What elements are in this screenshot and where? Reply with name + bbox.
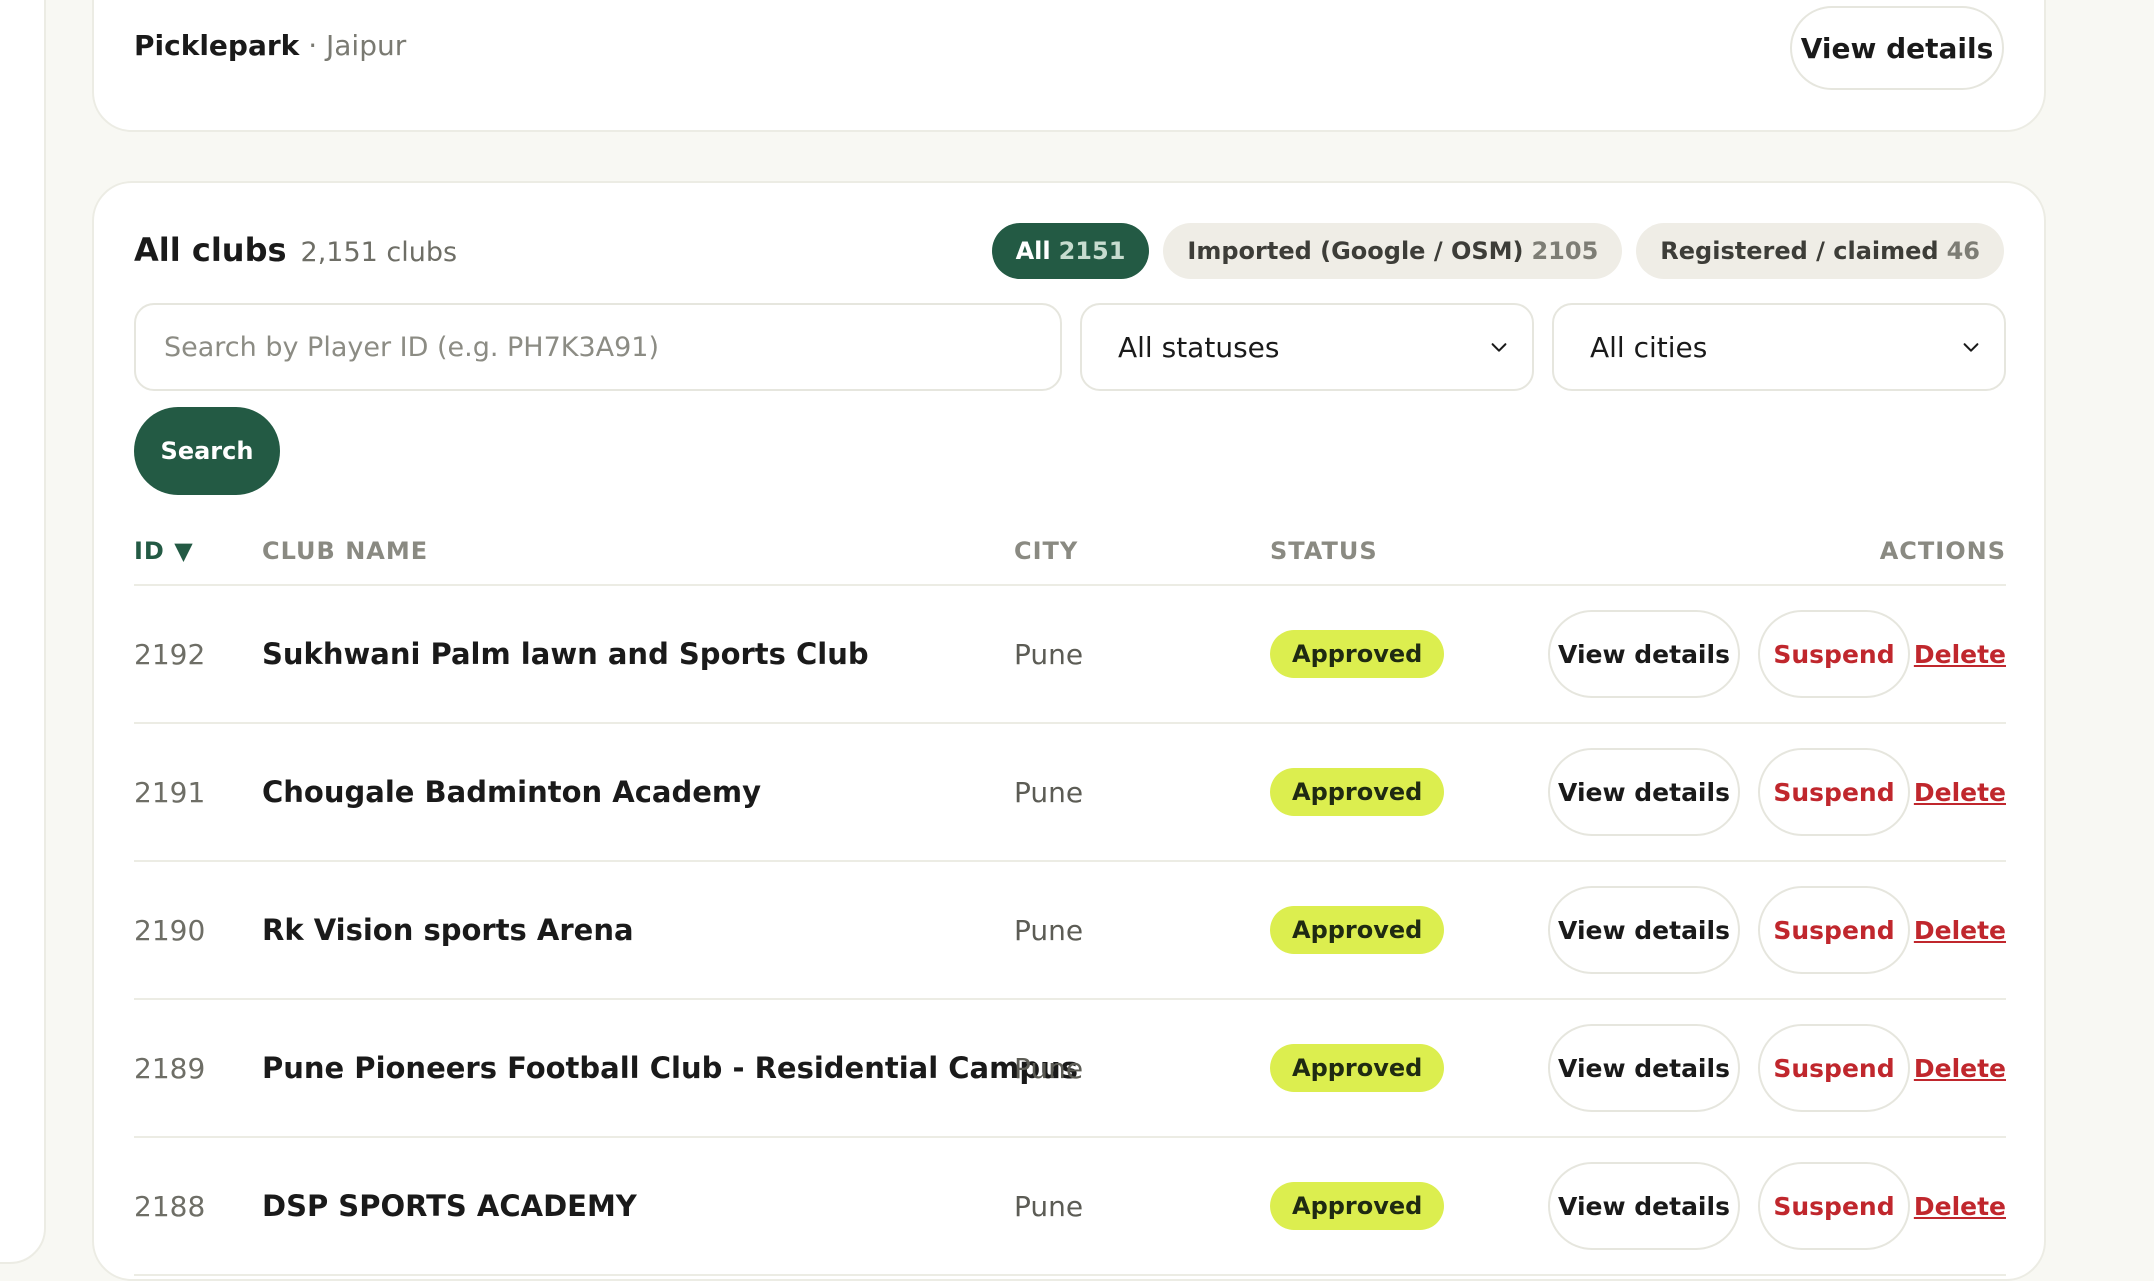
- city-select[interactable]: All cities: [1552, 303, 2006, 391]
- view-details-button[interactable]: View details: [1548, 1162, 1740, 1250]
- club-name: Chougale Badminton Academy: [262, 775, 762, 809]
- status-badge: Approved: [1270, 906, 1445, 954]
- tab-label: Registered / claimed: [1660, 237, 1939, 265]
- status-cell: Approved: [1270, 586, 1445, 722]
- status-cell: Approved: [1270, 1138, 1445, 1274]
- tab-all[interactable]: All 2151: [991, 223, 1150, 279]
- tab-label: Imported (Google / OSM): [1187, 237, 1524, 265]
- status-cell: Approved: [1270, 724, 1445, 860]
- club-city: Pune: [1014, 913, 1084, 947]
- left-sidebar: [0, 0, 46, 1264]
- tab-imported[interactable]: Imported (Google / OSM) 2105: [1163, 223, 1623, 279]
- club-city: Jaipur: [326, 29, 407, 62]
- section-header: All clubs 2,151 clubs: [134, 231, 457, 269]
- column-header-city: CITY: [1014, 537, 1079, 565]
- view-details-button[interactable]: View details: [1548, 1024, 1740, 1112]
- view-details-button[interactable]: View details: [1548, 748, 1740, 836]
- club-name: Sukhwani Palm lawn and Sports Club: [262, 637, 869, 671]
- column-header-club-name: CLUB NAME: [262, 537, 429, 565]
- delete-link[interactable]: Delete: [1914, 1000, 2006, 1136]
- status-badge: Approved: [1270, 768, 1445, 816]
- status-badge: Approved: [1270, 630, 1445, 678]
- club-city: Pune: [1014, 1051, 1084, 1085]
- all-clubs-card: All clubs 2,151 clubs All 2151 Imported (…: [92, 181, 2046, 1281]
- tab-count: 46: [1946, 237, 1980, 265]
- delete-link[interactable]: Delete: [1914, 586, 2006, 722]
- search-placeholder: Search by Player ID (e.g. PH7K3A91): [164, 331, 660, 363]
- club-id: 2191: [134, 775, 206, 809]
- clubs-count: 2,151 clubs: [300, 237, 458, 268]
- club-city: Pune: [1014, 637, 1084, 671]
- table-row: 2191 Chougale Badminton Academy Pune App…: [134, 724, 2006, 862]
- suspend-button[interactable]: Suspend: [1758, 748, 1910, 836]
- tab-count: 2151: [1058, 237, 1126, 265]
- table-row: 2192 Sukhwani Palm lawn and Sports Club …: [134, 586, 2006, 724]
- chevron-down-icon: [1963, 343, 1979, 352]
- separator: ·: [299, 29, 326, 62]
- view-details-button[interactable]: View details: [1548, 610, 1740, 698]
- club-id: 2192: [134, 637, 206, 671]
- delete-link[interactable]: Delete: [1914, 1138, 2006, 1274]
- tab-count: 2105: [1531, 237, 1599, 265]
- suspend-button[interactable]: Suspend: [1758, 1024, 1910, 1112]
- club-name-line: Picklepark · Jaipur: [134, 26, 406, 66]
- suspend-button[interactable]: Suspend: [1758, 610, 1910, 698]
- delete-link[interactable]: Delete: [1914, 862, 2006, 998]
- column-header-actions: ACTIONS: [1879, 537, 2006, 565]
- club-id: 2188: [134, 1189, 206, 1223]
- status-badge: Approved: [1270, 1182, 1445, 1230]
- suspend-button[interactable]: Suspend: [1758, 886, 1910, 974]
- status-cell: Approved: [1270, 1000, 1445, 1136]
- table-row: 2189 Pune Pioneers Football Club - Resid…: [134, 1000, 2006, 1138]
- status-cell: Approved: [1270, 862, 1445, 998]
- section-title: All clubs: [134, 231, 287, 269]
- view-details-button[interactable]: View details: [1790, 6, 2004, 90]
- club-city: Pune: [1014, 775, 1084, 809]
- table-row: 2190 Rk Vision sports Arena Pune Approve…: [134, 862, 2006, 1000]
- filter-tabs: All 2151 Imported (Google / OSM) 2105 Regi…: [991, 223, 2004, 279]
- status-select-value: All statuses: [1118, 330, 1280, 364]
- search-input[interactable]: Search by Player ID (e.g. PH7K3A91): [134, 303, 1062, 391]
- table-row: 2188 DSP SPORTS ACADEMY Pune Approved Vi…: [134, 1138, 2006, 1276]
- search-button[interactable]: Search: [134, 407, 280, 495]
- view-details-button[interactable]: View details: [1548, 886, 1740, 974]
- club-name: Rk Vision sports Arena: [262, 913, 634, 947]
- tab-registered[interactable]: Registered / claimed 46: [1636, 223, 2004, 279]
- tab-label: All: [1015, 237, 1051, 265]
- status-select[interactable]: All statuses: [1080, 303, 1534, 391]
- table-header: ID ▼ CLUB NAME CITY STATUS ACTIONS: [134, 537, 2006, 577]
- chevron-down-icon: [1491, 343, 1507, 352]
- club-name: Pune Pioneers Football Club - Residentia…: [262, 1051, 1078, 1085]
- club-id: 2189: [134, 1051, 206, 1085]
- suspend-button[interactable]: Suspend: [1758, 1162, 1910, 1250]
- club-name: DSP SPORTS ACADEMY: [262, 1189, 637, 1223]
- column-header-id[interactable]: ID ▼: [134, 537, 194, 565]
- city-select-value: All cities: [1590, 330, 1708, 364]
- column-header-status: STATUS: [1270, 537, 1378, 565]
- club-id: 2190: [134, 913, 206, 947]
- status-badge: Approved: [1270, 1044, 1445, 1092]
- delete-link[interactable]: Delete: [1914, 724, 2006, 860]
- club-name: Picklepark: [134, 29, 300, 62]
- club-card-picklepark: Picklepark · Jaipur View details: [92, 0, 2046, 132]
- club-city: Pune: [1014, 1189, 1084, 1223]
